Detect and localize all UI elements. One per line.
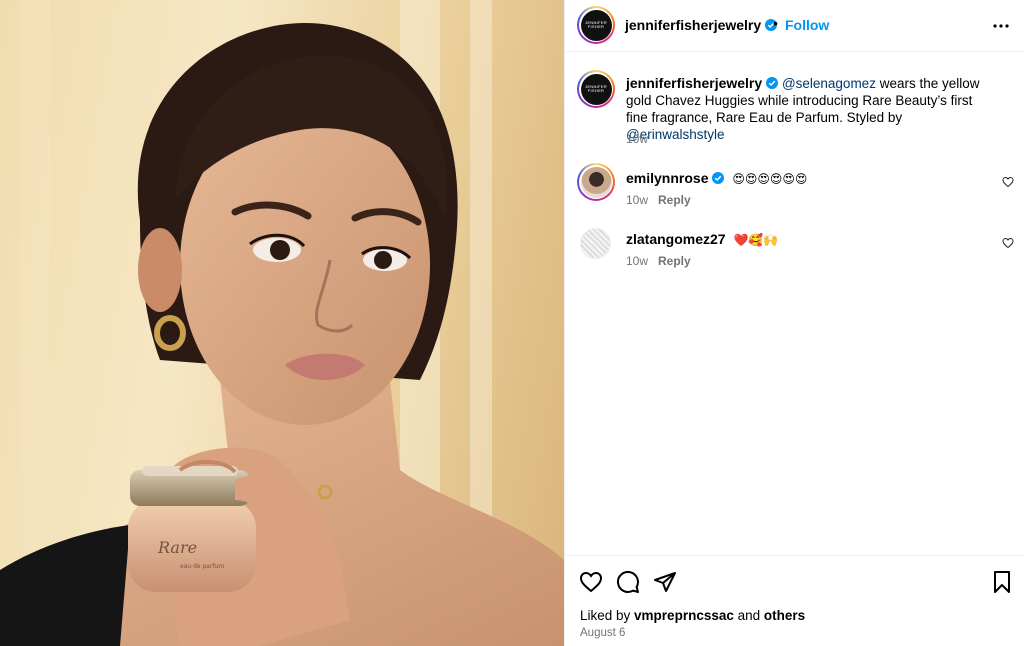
post-header: JENNIFER FISHER jenniferfisherjewelry • … [565, 0, 1024, 52]
caption-username[interactable]: jenniferfisherjewelry [626, 75, 762, 91]
post-actions-footer: Liked by vmpreprncssac and others August… [565, 555, 1024, 646]
avatar-logo-text: JENNIFER FISHER [580, 73, 612, 105]
comment-like-heart-icon[interactable] [1002, 237, 1014, 249]
save-bookmark-icon[interactable] [990, 570, 1014, 594]
comment-avatar[interactable] [580, 228, 611, 259]
comment-meta: 10w Reply [626, 193, 691, 207]
share-paper-plane-icon[interactable] [653, 570, 677, 594]
separator-dot: • [773, 15, 778, 31]
comment-meta: 10w Reply [626, 254, 691, 268]
author-username-row: jenniferfisherjewelry [625, 17, 778, 35]
post-details-panel: JENNIFER FISHER jenniferfisherjewelry • … [564, 0, 1024, 646]
post-caption: jenniferfisherjewelry @selenagomez wears… [626, 75, 996, 143]
liked-by-prefix: Liked by [580, 608, 635, 623]
reply-button[interactable]: Reply [658, 254, 691, 268]
liked-by-others[interactable]: others [764, 608, 805, 623]
mention-link[interactable]: @selenagomez [782, 76, 876, 91]
bottle-sub-text: eau de parfum [180, 563, 224, 570]
caption-author-avatar[interactable]: JENNIFER FISHER [577, 70, 615, 108]
bottle-brand-text: Rare [157, 538, 197, 557]
comment-like-heart-icon[interactable] [1002, 176, 1014, 188]
author-avatar[interactable]: JENNIFER FISHER [577, 6, 615, 44]
comment-row: emilynnrose 😍😍😍😍😍😍 [626, 170, 807, 186]
liked-by-and: and [733, 608, 764, 623]
comment-timestamp[interactable]: 10w [626, 193, 648, 207]
comment-username[interactable]: emilynnrose [626, 170, 708, 186]
post-photo[interactable]: Rare eau de parfum [0, 0, 564, 646]
comment-avatar[interactable] [577, 163, 615, 201]
verified-badge-icon [766, 77, 779, 89]
comment-row: zlatangomez27 ❤️🥰🙌 [626, 231, 778, 247]
comment-username[interactable]: zlatangomez27 [626, 231, 726, 247]
comment-bubble-icon[interactable] [616, 570, 640, 594]
liked-by-text: Liked by vmpreprncssac and others [580, 608, 805, 623]
more-options-icon[interactable] [993, 18, 1009, 34]
avatar-photo [580, 166, 612, 198]
reply-button[interactable]: Reply [658, 193, 691, 207]
like-heart-icon[interactable] [579, 570, 603, 594]
post-date[interactable]: August 6 [580, 627, 625, 639]
comment-text: 😍😍😍😍😍😍 [732, 172, 808, 186]
follow-button[interactable]: Follow [785, 17, 829, 33]
avatar-logo-text: JENNIFER FISHER [580, 9, 612, 41]
author-username[interactable]: jenniferfisherjewelry [625, 17, 761, 33]
verified-badge-icon [712, 172, 725, 184]
comment-timestamp[interactable]: 10w [626, 254, 648, 268]
caption-timestamp[interactable]: 10w [626, 132, 648, 146]
portrait-illustration: Rare eau de parfum [0, 0, 564, 646]
comment-text: ❤️🥰🙌 [733, 233, 779, 247]
liked-by-user[interactable]: vmpreprncssac [634, 608, 734, 623]
